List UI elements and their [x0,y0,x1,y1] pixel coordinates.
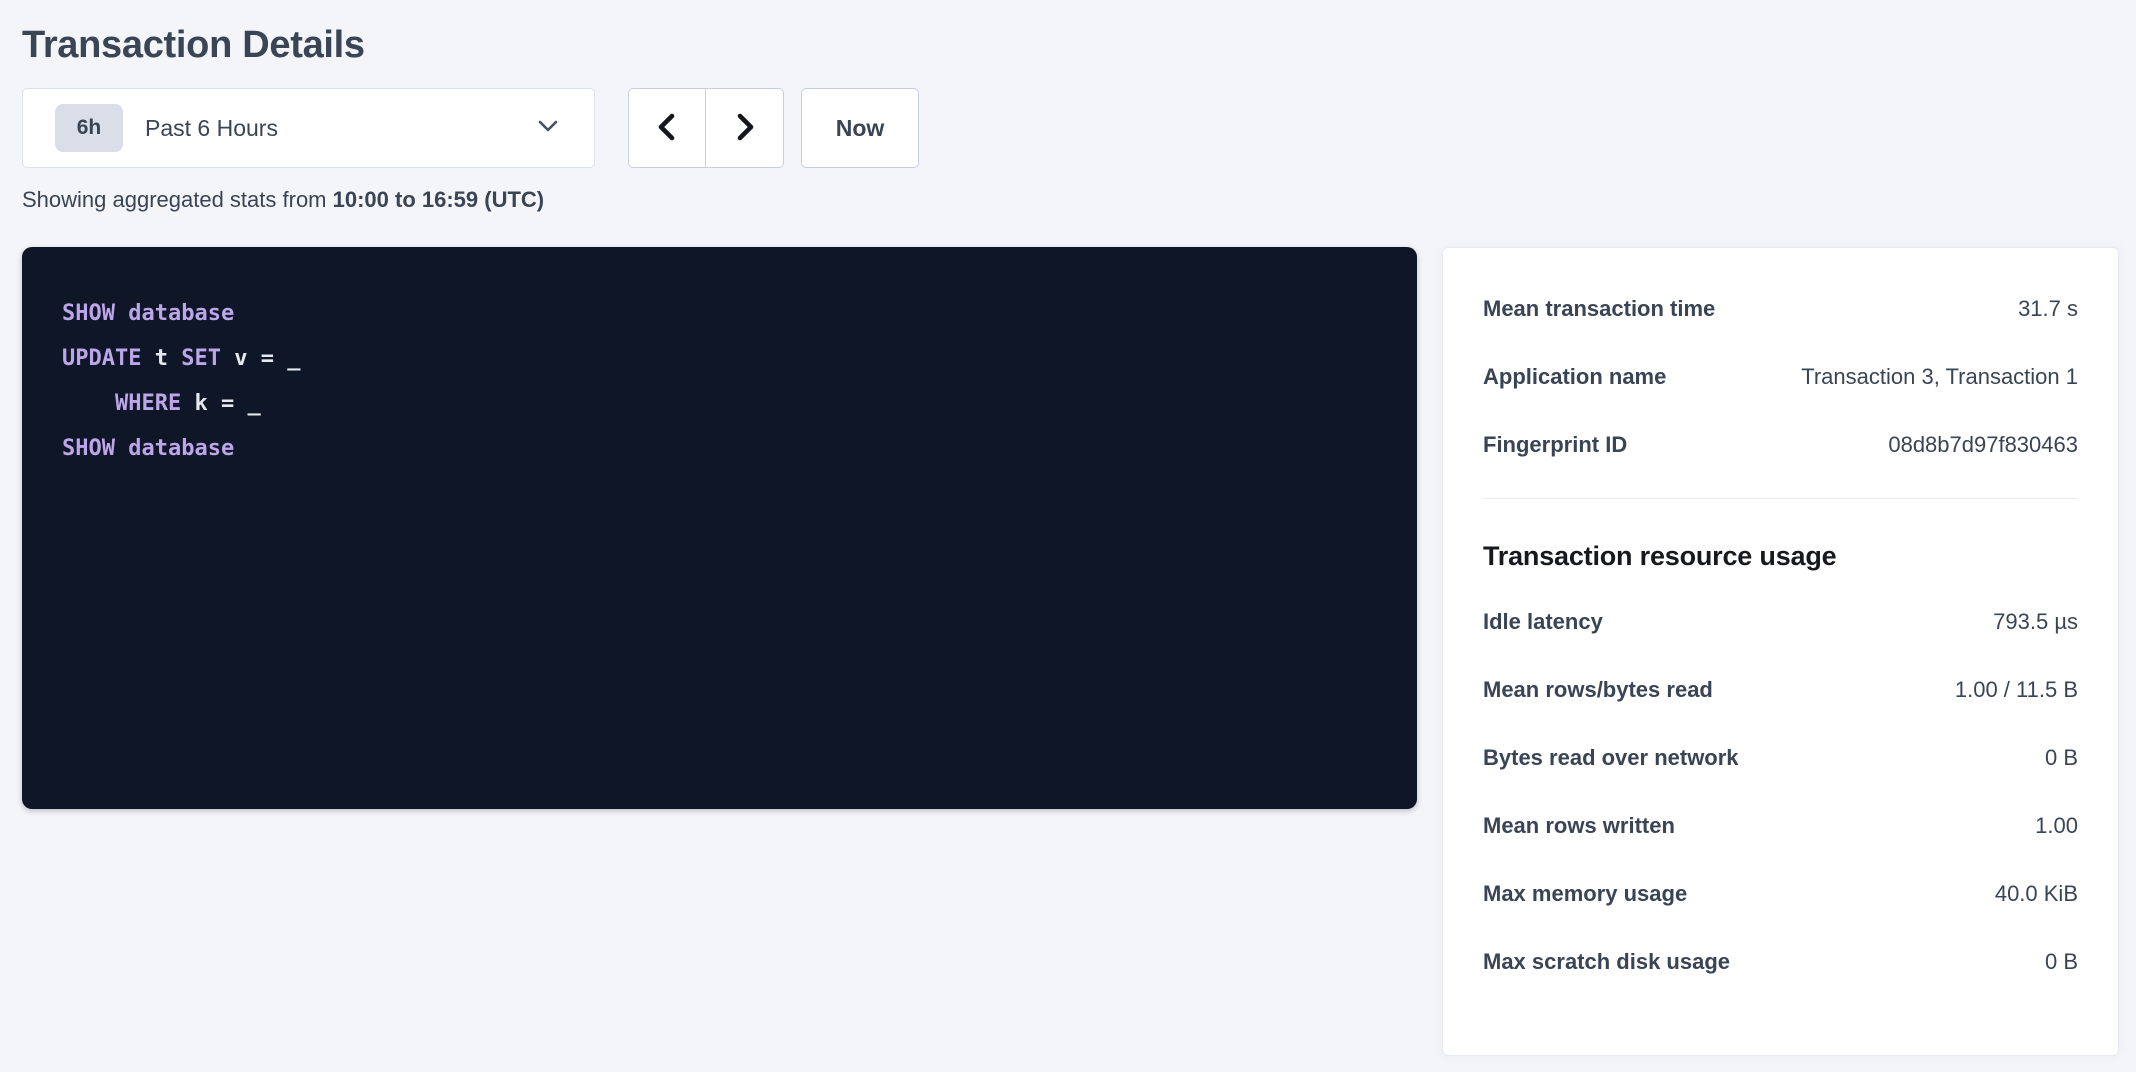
sql-keyword: database [128,301,234,326]
chevron-down-icon [536,118,560,139]
time-picker-controls: 6h Past 6 Hours [22,88,2119,168]
stat-value: 793.5 µs [1993,607,2078,637]
main-content: SHOW databaseUPDATE t SET v = _ WHERE k … [22,247,2119,1056]
sql-text [115,436,128,461]
page-title: Transaction Details [22,22,2119,68]
stat-row: Fingerprint ID 08d8b7d97f830463 [1483,430,2078,460]
stat-label: Bytes read over network [1483,743,1759,773]
sql-keyword: WHERE [115,391,181,416]
resource-usage-heading: Transaction resource usage [1483,539,2078,573]
stat-label: Application name [1483,362,1686,392]
sql-text [115,301,128,326]
time-step-buttons [628,88,784,168]
sql-line: SHOW database [62,426,1377,471]
card-divider [1483,498,2078,499]
stat-label: Idle latency [1483,607,1623,637]
stat-row: Mean rows written 1.00 [1483,811,2078,841]
stat-label: Max memory usage [1483,879,1707,909]
stat-value: 40.0 KiB [1995,879,2078,909]
subtitle-time-range: 10:00 to 16:59 (UTC) [333,187,545,212]
sql-line: SHOW database [62,291,1377,336]
sql-text: t [141,346,181,371]
stat-label: Mean rows written [1483,811,1695,841]
overview-rows: Mean transaction time 31.7 s Application n… [1483,294,2078,460]
sql-text: k = _ [181,391,260,416]
next-time-button[interactable] [706,89,783,167]
stat-value: 0 B [2045,947,2078,977]
sql-line: UPDATE t SET v = _ [62,336,1377,381]
stat-label: Mean rows/bytes read [1483,675,1733,705]
stat-label: Max scratch disk usage [1483,947,1750,977]
transaction-details-page: Transaction Details 6h Past 6 Hours [0,0,2136,1056]
sql-line: WHERE k = _ [62,381,1377,426]
stat-row: Max scratch disk usage 0 B [1483,947,2078,977]
stat-label: Fingerprint ID [1483,430,1647,460]
now-button[interactable]: Now [801,88,919,168]
previous-time-button[interactable] [629,89,706,167]
sql-keyword: UPDATE [62,346,141,371]
stat-row: Bytes read over network 0 B [1483,743,2078,773]
stat-value: 1.00 / 11.5 B [1955,675,2078,705]
time-range-select[interactable]: 6h Past 6 Hours [22,88,595,168]
sql-statement-box: SHOW databaseUPDATE t SET v = _ WHERE k … [22,247,1417,809]
stat-value: 1.00 [2035,811,2078,841]
sql-text: v = _ [221,346,300,371]
aggregated-stats-subtitle: Showing aggregated stats from 10:00 to 1… [22,186,2119,214]
stat-row: Mean transaction time 31.7 s [1483,294,2078,324]
sql-keyword: SHOW [62,301,115,326]
stat-row: Idle latency 793.5 µs [1483,607,2078,637]
sql-keyword: SHOW [62,436,115,461]
time-range-badge: 6h [55,104,123,152]
subtitle-prefix: Showing aggregated stats from [22,187,333,212]
transaction-summary-card: Mean transaction time 31.7 s Application n… [1442,247,2119,1056]
time-range-label: Past 6 Hours [145,115,536,142]
sql-text [62,391,115,416]
stat-row: Max memory usage 40.0 KiB [1483,879,2078,909]
chevron-left-icon [653,111,681,146]
sql-keyword: database [128,436,234,461]
stat-value: 31.7 s [2018,294,2078,324]
stat-row: Mean rows/bytes read 1.00 / 11.5 B [1483,675,2078,705]
stat-label: Mean transaction time [1483,294,1735,324]
usage-rows: Idle latency 793.5 µs Mean rows/bytes read… [1483,607,2078,977]
sql-keyword: SET [181,346,221,371]
stat-value: 0 B [2045,743,2078,773]
stat-value: 08d8b7d97f830463 [1888,430,2078,460]
stat-row: Application name Transaction 3, Transacti… [1483,362,2078,392]
chevron-right-icon [731,111,759,146]
stat-value: Transaction 3, Transaction 1 [1801,362,2078,392]
